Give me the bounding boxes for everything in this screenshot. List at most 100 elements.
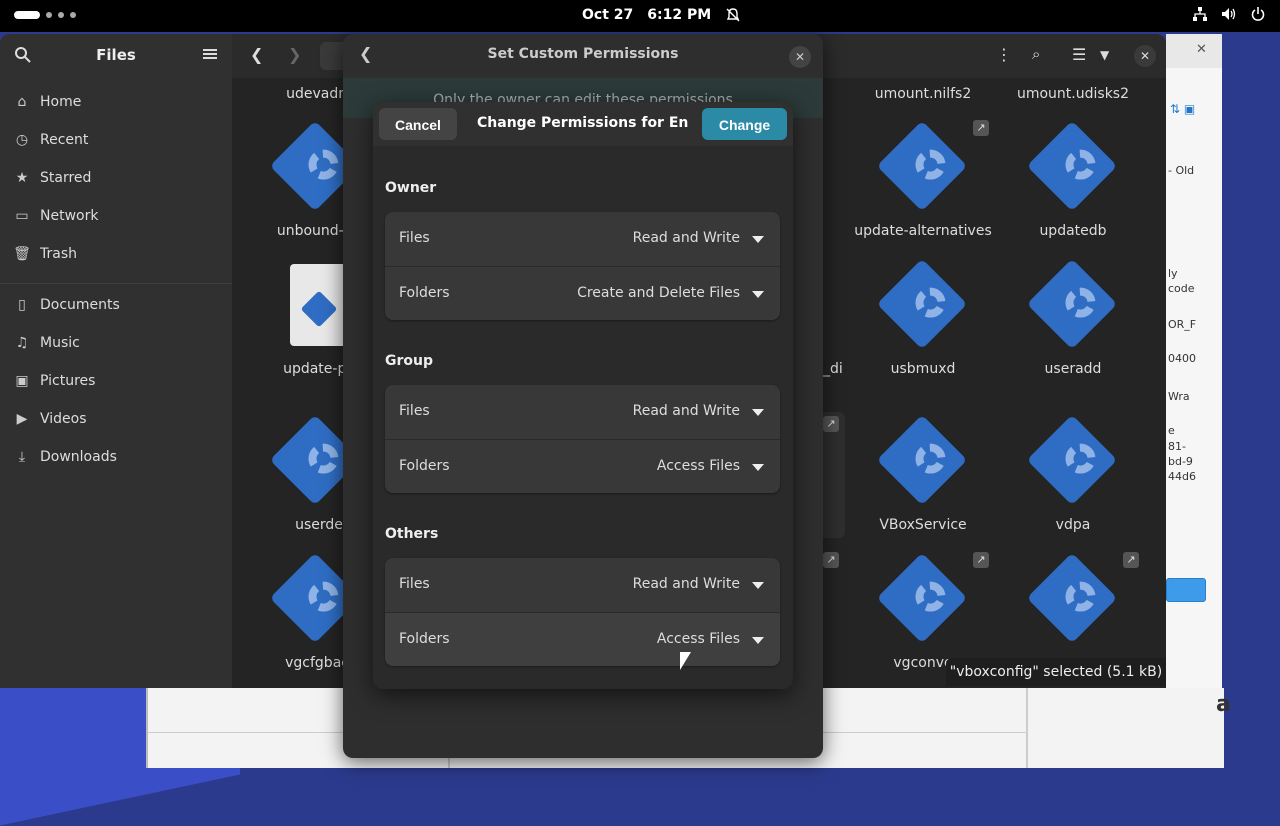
executable-file-icon[interactable]: [876, 552, 968, 644]
sidebar-item-music[interactable]: ♫ Music: [14, 329, 218, 357]
back-arrow-icon[interactable]: ❮: [250, 45, 263, 64]
trash-icon: 🗑: [13, 246, 31, 262]
row-value: Create and Delete Files: [577, 285, 740, 301]
side-window-button[interactable]: [1166, 578, 1206, 602]
sidebar-title: Files: [96, 46, 136, 64]
file-name: useradd: [1044, 361, 1102, 377]
background-divider: [1026, 688, 1028, 768]
others-folders-dropdown[interactable]: Folders Access Files: [385, 612, 780, 666]
clock-icon: ◷: [15, 132, 29, 148]
hamburger-menu-icon[interactable]: [202, 46, 218, 62]
download-icon: ⤓: [18, 449, 26, 465]
file-name: updatedb: [1039, 223, 1107, 239]
row-value: Read and Write: [632, 403, 740, 419]
sidebar-item-home[interactable]: ⌂ Home: [14, 88, 218, 116]
sidebar-item-label: Network: [40, 208, 99, 224]
sheet-header: Cancel Change Permissions for Encl… Chan…: [373, 102, 793, 146]
file-item[interactable]: umount.nilfs2: [848, 86, 998, 102]
side-window-header: ✕: [1166, 34, 1222, 68]
side-window-text: 0400: [1168, 352, 1196, 365]
mouse-pointer-icon: [680, 652, 691, 670]
file-name: umount.nilfs2: [874, 86, 972, 102]
row-label: Folders: [399, 458, 450, 474]
list-view-icon[interactable]: ☰: [1072, 45, 1086, 64]
file-item[interactable]: usbmuxd: [848, 361, 998, 377]
close-icon[interactable]: ✕: [789, 46, 811, 68]
sidebar-item-pictures[interactable]: ▣ Pictures: [14, 367, 218, 395]
document-icon: ▯: [18, 297, 26, 313]
top-bar: Oct 27 6:12 PM: [0, 0, 1280, 32]
toolbar-icons[interactable]: ⇅ ▣: [1170, 102, 1195, 116]
sidebar-item-network[interactable]: ▭ Network: [14, 202, 218, 230]
sidebar-item-trash[interactable]: 🗑 Trash: [13, 240, 218, 268]
side-window: ✕ ⇅ ▣ - Old ly code OR_F 0400 Wra e 81- …: [1166, 34, 1222, 688]
cancel-button[interactable]: Cancel: [379, 108, 457, 140]
change-button[interactable]: Change: [702, 108, 787, 140]
owner-files-dropdown[interactable]: Files Read and Write: [385, 212, 780, 266]
sheet-title: Change Permissions for Encl…: [477, 115, 689, 131]
symlink-arrow-icon: ↗: [1123, 552, 1139, 568]
workspace-dot-icon: [70, 12, 76, 18]
sidebar-item-documents[interactable]: ▯ Documents: [14, 291, 218, 319]
executable-file-icon[interactable]: [876, 414, 968, 506]
file-name: umount.udisks2: [1016, 86, 1129, 102]
clock-time: 6:12 PM: [647, 7, 712, 23]
owner-folders-dropdown[interactable]: Folders Create and Delete Files: [385, 266, 780, 320]
sidebar-item-recent[interactable]: ◷ Recent: [14, 126, 218, 154]
chevron-down-icon[interactable]: ▼: [1100, 48, 1109, 62]
section-title-owner: Owner: [385, 180, 437, 196]
symlink-arrow-icon: ↗: [973, 120, 989, 136]
dialog-title: Set Custom Permissions: [487, 46, 679, 62]
folder-search-icon[interactable]: ⌕: [1032, 45, 1040, 63]
row-label: Folders: [399, 285, 450, 301]
executable-file-icon[interactable]: [1026, 120, 1118, 212]
executable-file-icon[interactable]: [1026, 414, 1118, 506]
group-files-dropdown[interactable]: Files Read and Write: [385, 385, 780, 439]
file-item[interactable]: umount.udisks2: [998, 86, 1148, 102]
music-icon: ♫: [15, 335, 29, 351]
file-item[interactable]: useradd: [998, 361, 1148, 377]
activities-indicator[interactable]: [14, 11, 76, 19]
dropdown-arrow-icon: [752, 637, 764, 644]
picture-icon: ▣: [15, 373, 29, 389]
sidebar-item-videos[interactable]: ▶ Videos: [14, 405, 218, 433]
dropdown-arrow-icon: [752, 409, 764, 416]
kebab-menu-icon[interactable]: ⋮: [996, 45, 1012, 64]
close-icon[interactable]: ✕: [1134, 45, 1156, 67]
workspace-dot-icon: [58, 12, 64, 18]
executable-file-icon[interactable]: [1026, 552, 1118, 644]
sidebar-header: Files: [0, 34, 232, 78]
executable-file-icon[interactable]: [876, 120, 968, 212]
group-folders-dropdown[interactable]: Folders Access Files: [385, 439, 780, 493]
dropdown-arrow-icon: [752, 291, 764, 298]
forward-arrow-icon[interactable]: ❯: [288, 45, 301, 64]
file-name: vdpa: [1055, 517, 1091, 533]
row-value: Access Files: [656, 458, 740, 474]
sidebar-item-downloads[interactable]: ⤓ Downloads: [14, 443, 218, 471]
background-window-text: a: [1216, 692, 1231, 717]
executable-file-icon[interactable]: [876, 258, 968, 350]
row-label: Files: [399, 230, 430, 246]
file-item[interactable]: VBoxService: [848, 517, 998, 533]
side-window-text: e: [1168, 424, 1175, 437]
sidebar-item-label: Pictures: [40, 373, 96, 389]
system-tray[interactable]: [1192, 6, 1266, 22]
sidebar-item-starred[interactable]: ★ Starred: [14, 164, 218, 192]
file-item[interactable]: updatedb: [998, 223, 1148, 239]
dropdown-arrow-icon: [752, 236, 764, 243]
sidebar: Files ⌂ Home ◷ Recent ★ Starred ▭ Network 🗑 T…: [0, 34, 232, 688]
file-item[interactable]: update-alternatives: [848, 223, 998, 239]
sidebar-item-label: Recent: [40, 132, 89, 148]
workspace-active-icon: [14, 11, 40, 19]
clock[interactable]: Oct 27 6:12 PM: [582, 7, 741, 23]
network-wired-icon: [1193, 7, 1207, 21]
others-files-dropdown[interactable]: Files Read and Write: [385, 558, 780, 612]
file-item[interactable]: vdpa: [998, 517, 1148, 533]
close-icon[interactable]: ✕: [1196, 42, 1207, 57]
executable-file-icon[interactable]: [1026, 258, 1118, 350]
side-window-text: - Old: [1168, 164, 1195, 177]
script-file-icon[interactable]: [290, 264, 350, 346]
side-window-text: ly: [1168, 267, 1178, 280]
side-window-text: bd-9: [1168, 455, 1193, 468]
sidebar-item-label: Music: [40, 335, 80, 351]
